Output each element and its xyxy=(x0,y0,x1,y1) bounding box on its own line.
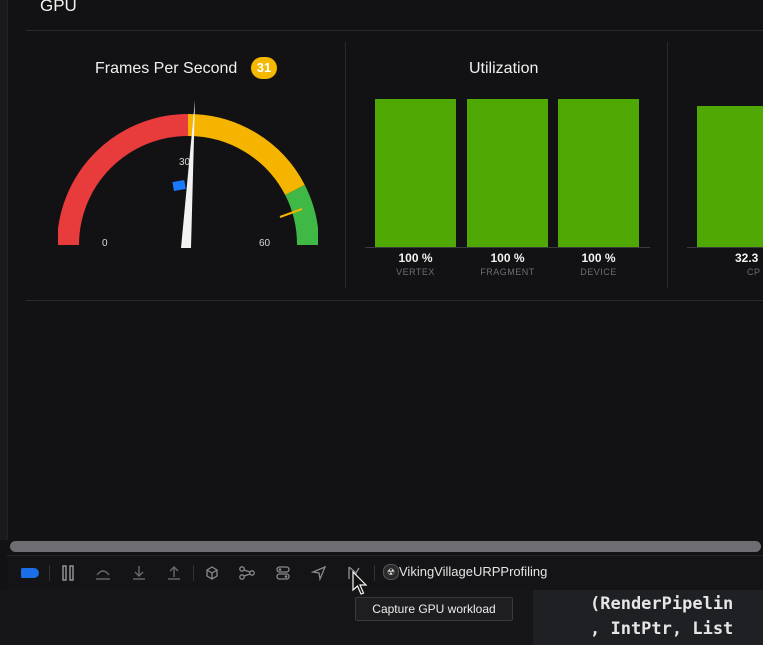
gauge-mid-arc xyxy=(187,113,305,196)
section-title: GPU xyxy=(40,0,77,15)
left-rail xyxy=(0,0,8,540)
step-over-icon[interactable] xyxy=(93,556,113,590)
gauge-mid-label: 30 xyxy=(179,157,191,168)
fps-badge: 31 xyxy=(251,57,277,79)
simulate-location-icon[interactable] xyxy=(308,556,330,590)
app-icon: ☢ xyxy=(383,564,399,580)
code-line: (RenderPipelin xyxy=(590,594,734,614)
toolbar-separator xyxy=(49,565,50,581)
pause-icon[interactable] xyxy=(59,556,77,590)
code-pane: (RenderPipelin , IntPtr, List xyxy=(533,590,763,645)
bar-vertex xyxy=(375,99,456,247)
bar-label: FRAGMENT xyxy=(480,267,535,277)
bar-fragment xyxy=(467,99,548,247)
toolbar-separator xyxy=(374,565,375,581)
panel-divider xyxy=(345,42,346,288)
breakpoint-toggle-icon[interactable] xyxy=(19,556,41,590)
content-divider xyxy=(26,300,763,301)
gauge-max-label: 60 xyxy=(259,238,271,249)
horizontal-scrollbar[interactable] xyxy=(10,541,761,552)
bar-label: VERTEX xyxy=(396,267,435,277)
utilization-panel-title: Utilization xyxy=(469,60,539,77)
bar-value: 100 % xyxy=(490,251,525,265)
tooltip: Capture GPU workload xyxy=(355,597,513,621)
fps-gauge: 0 30 60 xyxy=(58,100,318,249)
gauge-min-label: 0 xyxy=(102,238,108,249)
mouse-cursor-icon xyxy=(352,571,368,595)
bar-baseline xyxy=(365,247,650,248)
header-divider xyxy=(26,30,763,31)
gauge-marker xyxy=(172,180,186,191)
environment-overrides-icon[interactable] xyxy=(272,556,294,590)
bar-value: 100 % xyxy=(581,251,616,265)
toolbar-separator xyxy=(193,565,194,581)
bar-cpu-partial xyxy=(697,106,763,247)
bar-value: 32.3 xyxy=(735,251,759,265)
memory-graph-icon[interactable] xyxy=(236,556,258,590)
fps-panel-title: Frames Per Second xyxy=(95,60,238,77)
target-app-name[interactable]: VikingVillageURPProfiling xyxy=(399,564,547,579)
code-line: , IntPtr, List xyxy=(590,619,734,639)
bar-label: DEVICE xyxy=(580,267,617,277)
view-hierarchy-icon[interactable] xyxy=(202,556,222,590)
gauge-high-arc xyxy=(285,185,318,246)
bar-device xyxy=(558,99,639,247)
bar-label: CP xyxy=(747,267,761,277)
gauge-low-arc xyxy=(58,114,189,246)
bar-value: 100 % xyxy=(398,251,433,265)
step-into-icon[interactable] xyxy=(130,556,148,590)
panel-divider xyxy=(667,42,668,288)
step-out-icon[interactable] xyxy=(165,556,183,590)
bar-baseline xyxy=(687,247,763,248)
